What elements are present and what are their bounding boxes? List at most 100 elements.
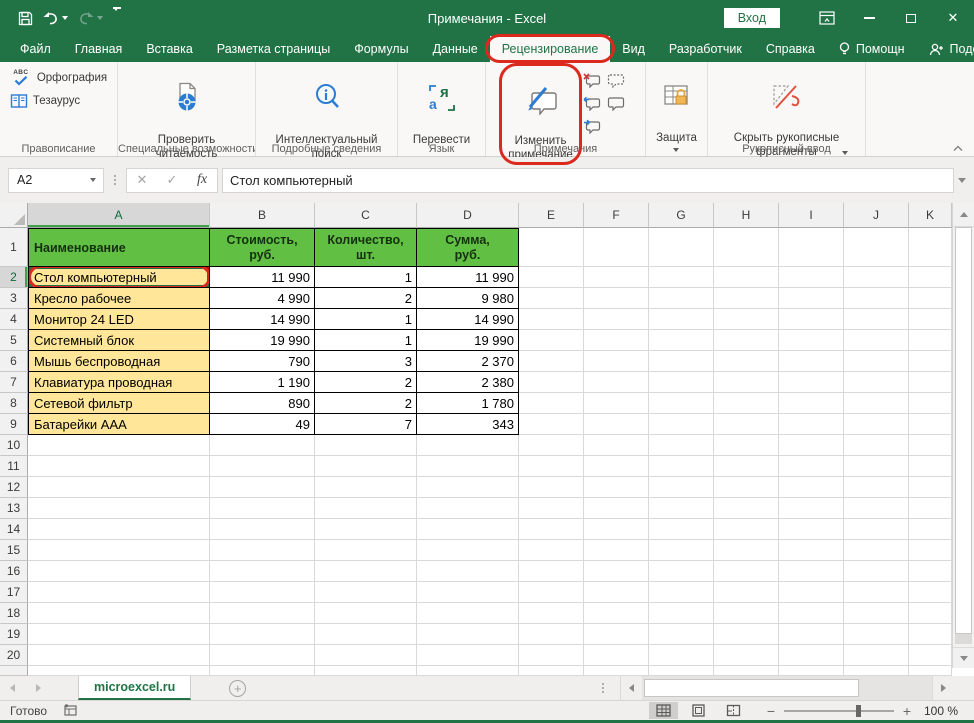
zoom-in-button[interactable]: + — [902, 703, 912, 719]
cell-I13[interactable] — [779, 498, 844, 519]
cell-G2[interactable] — [649, 267, 714, 288]
thesaurus-button[interactable]: Тезаурус — [6, 93, 84, 109]
cell-A14[interactable] — [28, 519, 210, 540]
cell-J15[interactable] — [844, 540, 909, 561]
cell-C21[interactable] — [315, 666, 417, 676]
cell-C10[interactable] — [315, 435, 417, 456]
cell-E2[interactable] — [519, 267, 584, 288]
row-header-20[interactable]: 20 — [0, 645, 28, 666]
cell-G10[interactable] — [649, 435, 714, 456]
column-header-G[interactable]: G — [649, 203, 714, 228]
cell-B16[interactable] — [210, 561, 315, 582]
close-button[interactable]: ✕ — [932, 0, 974, 36]
vertical-scrollbar-track[interactable] — [955, 634, 972, 644]
cell-G8[interactable] — [649, 393, 714, 414]
cell-I6[interactable] — [779, 351, 844, 372]
row-header-5[interactable]: 5 — [0, 330, 28, 351]
save-button[interactable] — [14, 9, 37, 28]
column-header-A[interactable]: A — [28, 203, 210, 228]
vertical-scrollbar-thumb[interactable] — [955, 227, 972, 634]
cell-A13[interactable] — [28, 498, 210, 519]
cell-G19[interactable] — [649, 624, 714, 645]
zoom-slider[interactable] — [784, 704, 894, 717]
redo-button[interactable] — [74, 9, 107, 27]
cell-D19[interactable] — [417, 624, 519, 645]
cell-A8[interactable]: Сетевой фильтр — [28, 393, 210, 414]
cell-F9[interactable] — [584, 414, 649, 435]
cell-J7[interactable] — [844, 372, 909, 393]
cell-J17[interactable] — [844, 582, 909, 603]
cell-D2[interactable]: 11 990 — [417, 267, 519, 288]
cell-C15[interactable] — [315, 540, 417, 561]
row-header-3[interactable]: 3 — [0, 288, 28, 309]
cell-C2[interactable]: 1 — [315, 267, 417, 288]
cell-E14[interactable] — [519, 519, 584, 540]
cell-A19[interactable] — [28, 624, 210, 645]
minimize-button[interactable] — [848, 0, 890, 36]
cell-B12[interactable] — [210, 477, 315, 498]
cell-D21[interactable] — [417, 666, 519, 676]
row-header-11[interactable]: 11 — [0, 456, 28, 477]
cell-K9[interactable] — [909, 414, 952, 435]
cell-H9[interactable] — [714, 414, 779, 435]
cell-B14[interactable] — [210, 519, 315, 540]
cell-K12[interactable] — [909, 477, 952, 498]
next-comment-button[interactable] — [580, 115, 604, 138]
cell-G4[interactable] — [649, 309, 714, 330]
cell-J8[interactable] — [844, 393, 909, 414]
row-header-7[interactable]: 7 — [0, 372, 28, 393]
maximize-button[interactable] — [890, 0, 932, 36]
cell-B5[interactable]: 19 990 — [210, 330, 315, 351]
cell-F19[interactable] — [584, 624, 649, 645]
select-all-button[interactable] — [0, 203, 28, 228]
protect-button[interactable]: Защита — [651, 65, 702, 153]
cell-I20[interactable] — [779, 645, 844, 666]
cell-I19[interactable] — [779, 624, 844, 645]
cell-H11[interactable] — [714, 456, 779, 477]
cell-H1[interactable] — [714, 228, 779, 267]
cell-F6[interactable] — [584, 351, 649, 372]
zoom-out-button[interactable]: − — [766, 703, 776, 719]
show-hide-comment-button[interactable] — [604, 92, 628, 115]
tab-вставка[interactable]: Вставка — [134, 36, 204, 62]
row-header-9[interactable]: 9 — [0, 414, 28, 435]
cell-C6[interactable]: 3 — [315, 351, 417, 372]
cell-K2[interactable] — [909, 267, 952, 288]
cell-E16[interactable] — [519, 561, 584, 582]
horizontal-scrollbar-thumb[interactable] — [644, 679, 859, 697]
cell-C14[interactable] — [315, 519, 417, 540]
cell-I14[interactable] — [779, 519, 844, 540]
cell-F3[interactable] — [584, 288, 649, 309]
cell-B17[interactable] — [210, 582, 315, 603]
cell-I5[interactable] — [779, 330, 844, 351]
cell-E7[interactable] — [519, 372, 584, 393]
cell-A12[interactable] — [28, 477, 210, 498]
cell-G15[interactable] — [649, 540, 714, 561]
cell-E5[interactable] — [519, 330, 584, 351]
cell-H13[interactable] — [714, 498, 779, 519]
cell-H17[interactable] — [714, 582, 779, 603]
cell-J12[interactable] — [844, 477, 909, 498]
cell-I21[interactable] — [779, 666, 844, 676]
cell-E8[interactable] — [519, 393, 584, 414]
cell-E19[interactable] — [519, 624, 584, 645]
cell-F15[interactable] — [584, 540, 649, 561]
cell-E18[interactable] — [519, 603, 584, 624]
tab-справка[interactable]: Справка — [754, 36, 827, 62]
tab-вид[interactable]: Вид — [610, 36, 657, 62]
column-header-I[interactable]: I — [779, 203, 844, 228]
cell-J1[interactable] — [844, 228, 909, 267]
cell-A20[interactable] — [28, 645, 210, 666]
cell-F20[interactable] — [584, 645, 649, 666]
cell-E9[interactable] — [519, 414, 584, 435]
cell-J19[interactable] — [844, 624, 909, 645]
cell-A2[interactable]: Стол компьютерный — [28, 267, 210, 288]
cell-G12[interactable] — [649, 477, 714, 498]
cell-H21[interactable] — [714, 666, 779, 676]
cell-C1[interactable]: Количество, шт. — [315, 228, 417, 267]
cell-F21[interactable] — [584, 666, 649, 676]
cell-D16[interactable] — [417, 561, 519, 582]
cell-I17[interactable] — [779, 582, 844, 603]
cell-E20[interactable] — [519, 645, 584, 666]
cell-K16[interactable] — [909, 561, 952, 582]
